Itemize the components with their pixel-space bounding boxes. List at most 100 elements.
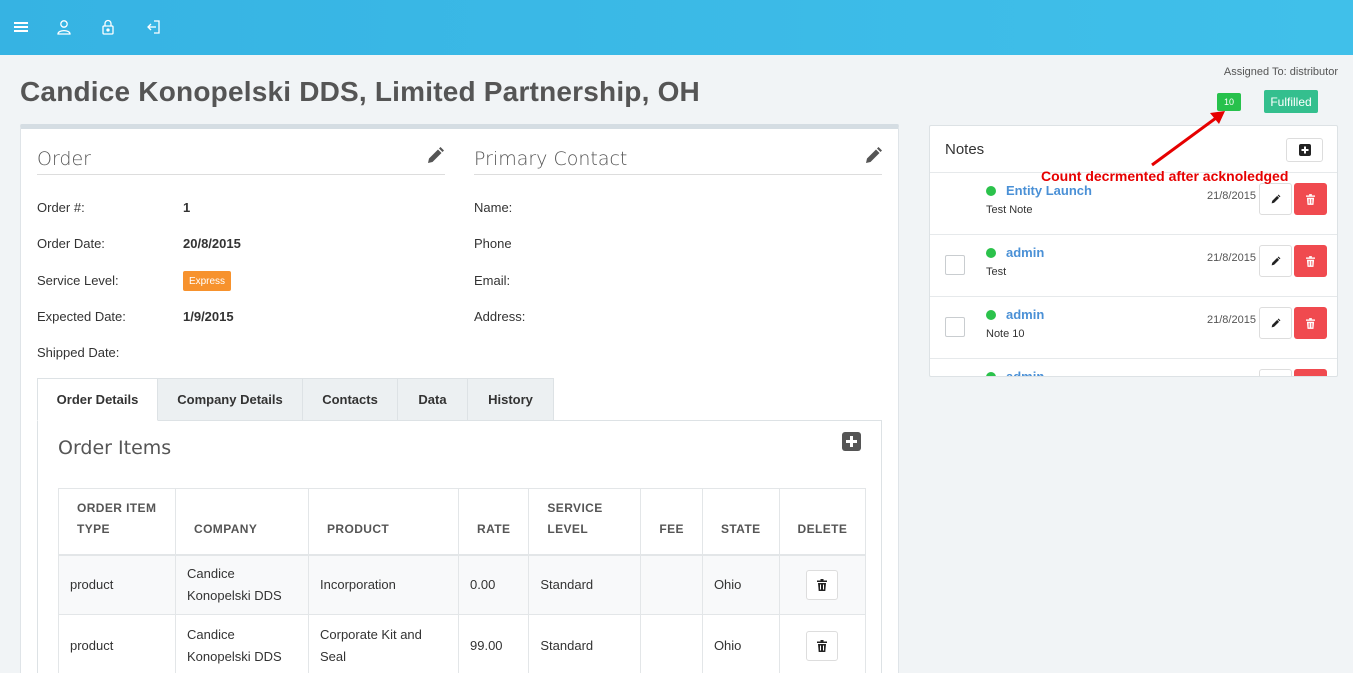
status-badge: Fulfilled xyxy=(1264,90,1318,113)
service-level-badge: Express xyxy=(183,271,231,291)
cell-state: Ohio xyxy=(701,614,780,673)
note-author[interactable]: admin xyxy=(1006,307,1044,322)
edit-note-button[interactable] xyxy=(1259,369,1292,376)
trash-icon xyxy=(817,578,828,591)
note-item: admin Note 10 21/8/2015 xyxy=(930,297,1337,359)
assigned-to-label: Assigned To: distributor xyxy=(1223,66,1338,78)
cell-delete xyxy=(778,614,867,673)
contact-address-label: Address: xyxy=(474,309,526,324)
add-note-button[interactable] xyxy=(1286,138,1323,162)
contact-phone-label: Phone xyxy=(474,236,512,251)
tab-order-details[interactable]: Order Details xyxy=(37,378,158,421)
cell-company-line: Konopelski DDS xyxy=(187,648,282,664)
column-header-rate[interactable]: RATE xyxy=(457,488,530,556)
delete-item-button[interactable] xyxy=(806,569,839,600)
order-items-table: ORDER ITEM TYPE COMPANY PRODUCT RATE SERV… xyxy=(58,488,867,673)
expected-date-label: Expected Date: xyxy=(37,309,126,324)
note-date: 21/8/2015 xyxy=(1207,314,1256,326)
table-header-row: ORDER ITEM TYPE COMPANY PRODUCT RATE SERV… xyxy=(58,488,867,556)
status-dot xyxy=(986,186,996,196)
tab-company-details[interactable]: Company Details xyxy=(158,378,303,421)
order-items-title: Order Items xyxy=(58,437,172,459)
trash-icon xyxy=(1306,193,1315,205)
edit-order-icon[interactable] xyxy=(425,146,445,166)
note-checkbox[interactable] xyxy=(945,255,965,275)
note-text: Note 10 xyxy=(986,328,1025,340)
note-item: admin xyxy=(930,359,1337,376)
cell-company-line: Konopelski DDS xyxy=(187,587,282,603)
note-checkbox[interactable] xyxy=(945,317,965,337)
cell-company: Candice Konopelski DDS xyxy=(175,554,309,615)
primary-contact-heading: Primary Contact xyxy=(474,148,882,175)
pencil-icon xyxy=(1271,318,1281,327)
column-header-order-item-type[interactable]: ORDER ITEM TYPE xyxy=(58,488,176,556)
note-item: admin Test 21/8/2015 xyxy=(930,235,1337,297)
cell-service-level: Standard xyxy=(528,554,642,615)
trash-icon xyxy=(1306,317,1315,329)
service-level-label: Service Level: xyxy=(37,273,119,288)
count-badge: 10 xyxy=(1217,93,1241,111)
cell-rate: 0.00 xyxy=(457,554,530,615)
order-date-label: Order Date: xyxy=(37,236,105,251)
cell-product: Incorporation xyxy=(308,554,459,615)
note-author[interactable]: admin xyxy=(1006,369,1044,376)
order-date-value: 20/8/2015 xyxy=(183,236,241,251)
table-row: product Candice Konopelski DDS Corporate … xyxy=(58,614,867,673)
delete-note-button[interactable] xyxy=(1294,369,1327,376)
column-header-company[interactable]: COMPANY xyxy=(175,488,309,556)
note-date: 21/8/2015 xyxy=(1207,252,1256,264)
contact-email-label: Email: xyxy=(474,273,511,288)
add-order-item-icon[interactable] xyxy=(842,432,861,451)
column-header-text: ORDER ITEM xyxy=(77,500,157,515)
order-heading-text: Order xyxy=(37,148,91,170)
edit-note-button[interactable] xyxy=(1259,307,1292,339)
column-header-text: SERVICE xyxy=(547,500,603,515)
lock-icon[interactable] xyxy=(97,16,119,38)
menu-icon[interactable] xyxy=(10,16,32,38)
cell-company: Candice Konopelski DDS xyxy=(175,614,309,673)
note-author[interactable]: admin xyxy=(1006,245,1044,260)
user-icon[interactable] xyxy=(53,16,75,38)
column-header-state[interactable]: STATE xyxy=(701,488,780,556)
top-navbar xyxy=(0,0,1353,55)
tab-contacts[interactable]: Contacts xyxy=(303,378,398,421)
page-title: Candice Konopelski DDS, Limited Partners… xyxy=(20,76,700,107)
cell-delete xyxy=(778,554,867,615)
edit-note-button[interactable] xyxy=(1259,245,1292,277)
cell-fee xyxy=(640,554,703,615)
trash-icon xyxy=(817,639,828,652)
note-author[interactable]: Entity Launch xyxy=(1006,183,1092,198)
status-dot xyxy=(986,248,996,258)
note-text: Test Note xyxy=(986,204,1033,216)
delete-note-button[interactable] xyxy=(1294,245,1327,277)
notes-list[interactable]: Entity Launch Test Note 21/8/2015 admin … xyxy=(930,172,1337,376)
tab-data[interactable]: Data xyxy=(398,378,468,421)
cell-service-level: Standard xyxy=(528,614,642,673)
tab-history[interactable]: History xyxy=(468,378,554,421)
cell-rate: 99.00 xyxy=(457,614,530,673)
status-dot xyxy=(986,310,996,320)
status-dot xyxy=(986,372,996,376)
delete-note-button[interactable] xyxy=(1294,183,1327,215)
annotation-text: Count decrmented after acknoledged xyxy=(1041,168,1289,184)
column-header-product[interactable]: PRODUCT xyxy=(308,488,459,556)
note-text: Test xyxy=(986,266,1007,278)
delete-item-button[interactable] xyxy=(806,630,839,661)
edit-contact-icon[interactable] xyxy=(863,146,883,166)
cell-state: Ohio xyxy=(701,554,780,615)
pencil-icon xyxy=(1271,194,1281,203)
cell-product-line: Seal xyxy=(320,648,347,664)
edit-note-button[interactable] xyxy=(1259,183,1292,215)
notes-title: Notes xyxy=(945,141,985,158)
plus-square-icon xyxy=(1298,144,1311,156)
delete-note-button[interactable] xyxy=(1294,307,1327,339)
column-header-fee[interactable]: FEE xyxy=(640,488,703,556)
primary-contact-heading-text: Primary Contact xyxy=(474,148,628,170)
cell-company-line: Candice xyxy=(187,565,235,581)
logout-icon[interactable] xyxy=(142,16,164,38)
expected-date-value: 1/9/2015 xyxy=(183,309,234,324)
order-heading: Order xyxy=(37,148,445,175)
cell-product: Corporate Kit and Seal xyxy=(308,614,459,673)
column-header-text: LEVEL xyxy=(547,521,589,536)
column-header-service-level[interactable]: SERVICE LEVEL xyxy=(528,488,642,556)
